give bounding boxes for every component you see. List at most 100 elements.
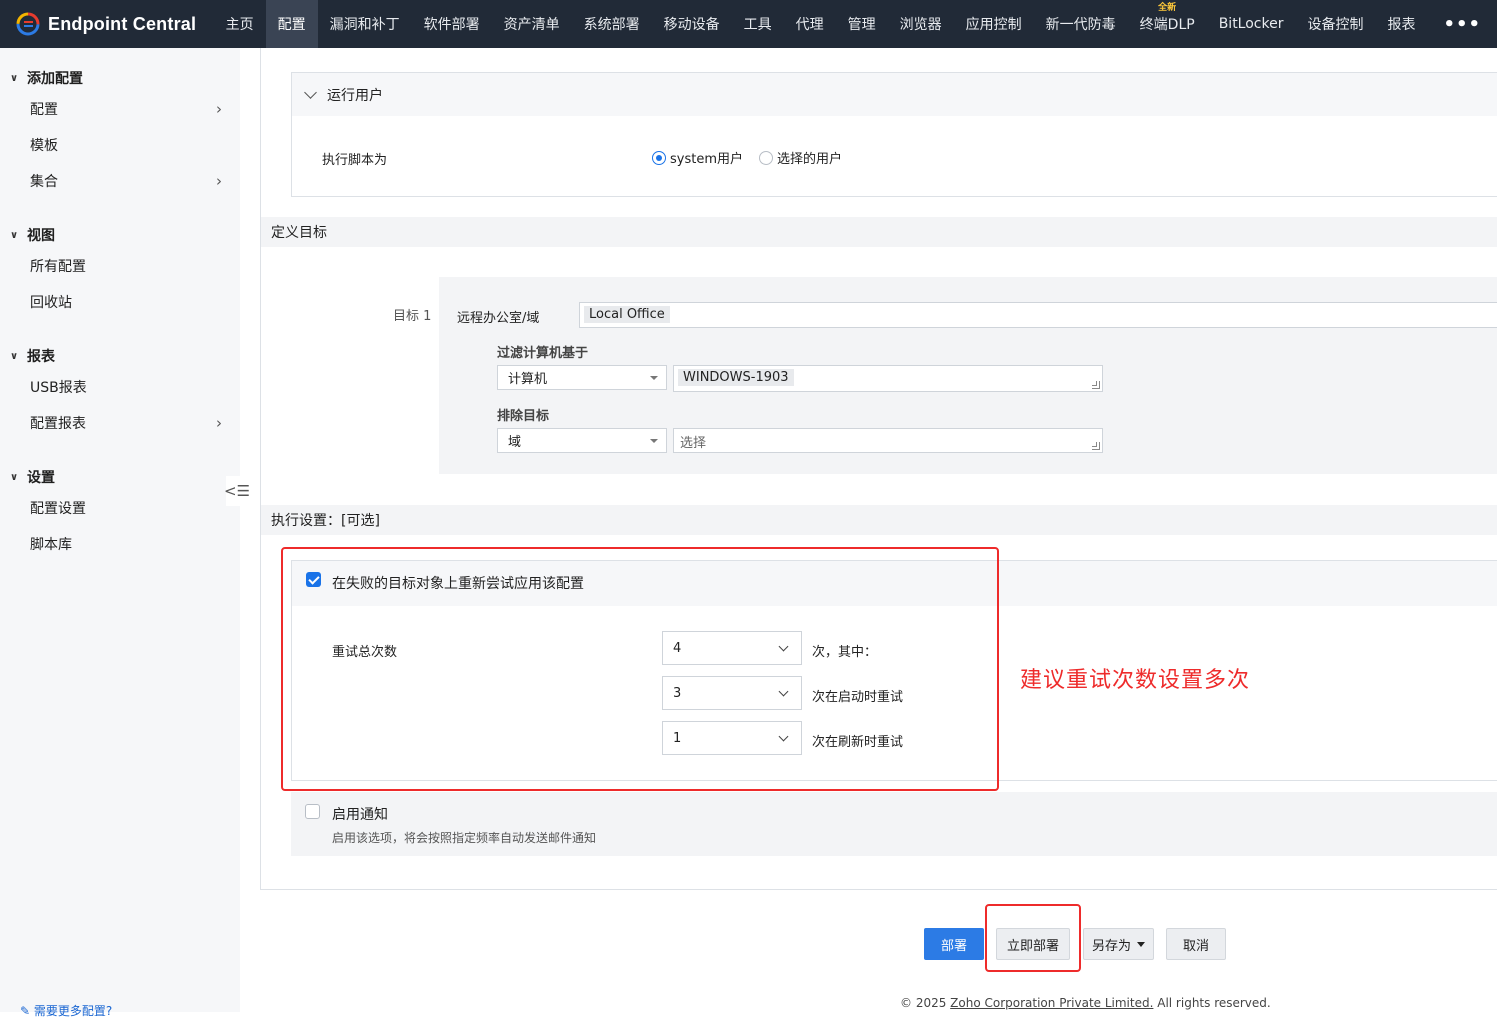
sidebar-item-label: 集合 [30,174,58,190]
sidebar-item-label: 所有配置 [30,259,86,275]
filter-value-tag: WINDOWS-1903 [678,369,794,386]
cancel-button[interactable]: 取消 [1166,928,1226,960]
sidebar-item-label: 配置 [30,102,58,118]
filter-type-value: 计算机 [508,372,548,387]
nav-item-endpoint-dlp[interactable]: 全新 终端DLP [1128,0,1207,48]
nav-label: 管理 [847,17,876,33]
nav-item-device-control[interactable]: 设备控制 [1295,0,1375,48]
sidebar-item-config-settings[interactable]: 配置设置 [0,490,240,526]
chevron-down-icon: ∨ [10,72,19,84]
nav-item-home[interactable]: 主页 [214,0,266,48]
sidebar-item-label: 模板 [30,138,58,154]
save-as-button[interactable]: 另存为 [1083,928,1154,960]
sidebar-item-collections[interactable]: 集合 › [0,163,240,199]
nav-item-bitlocker[interactable]: BitLocker [1207,0,1296,48]
sidebar-group-header[interactable]: ∨ 添加配置 [0,65,240,91]
remote-office-label: 远程办公室/域 [457,311,540,326]
remote-office-tag: Local Office [584,306,670,323]
sidebar-item-label: USB报表 [30,380,87,396]
caret-down-icon [650,438,658,443]
notification-checkbox[interactable] [305,804,320,819]
sidebar-item-templates[interactable]: 模板 [0,127,240,163]
chevron-right-icon: › [216,172,222,190]
section-title: 执行设置：[可选] [271,513,380,529]
copyright-footer: © 2025 Zoho Corporation Private Limited.… [900,996,1271,1010]
nav-item-next-gen-antivirus[interactable]: 新一代防毒 [1034,0,1128,48]
nav-item-app-control[interactable]: 应用控制 [954,0,1034,48]
define-target-header: 定义目标 [261,217,1497,247]
deploy-button[interactable]: 部署 [924,928,984,960]
sidebar-item-label: 配置设置 [30,501,86,517]
sidebar-item-config-reports[interactable]: 配置报表 › [0,405,240,441]
radio-label: 选择的用户 [777,152,843,167]
sidebar-group-header[interactable]: ∨ 视图 [0,222,240,248]
copyright-suffix: All rights reserved. [1153,996,1271,1010]
nav-item-tools[interactable]: 工具 [732,0,784,48]
target-1-box: 远程办公室/域 Local Office 过滤计算机基于 计算机 WINDOWS… [439,277,1497,474]
sidebar-group-title: 添加配置 [27,71,83,87]
nav-item-mobile-devices[interactable]: 移动设备 [652,0,732,48]
nav-label: 主页 [225,17,254,33]
resize-handle-icon[interactable] [1092,381,1100,389]
nav-item-admin[interactable]: 管理 [836,0,888,48]
chevron-right-icon: › [216,100,222,118]
nav-item-agent[interactable]: 代理 [784,0,836,48]
nav-item-browsers[interactable]: 浏览器 [888,0,954,48]
need-more-configs-link[interactable]: ✎ 需要更多配置? [20,1002,112,1019]
nav-label: 终端DLP [1139,17,1195,33]
nav-label: 应用控制 [965,17,1022,33]
need-more-configs-label: 需要更多配置? [33,1004,113,1018]
nav-item-os-deployment[interactable]: 系统部署 [572,0,652,48]
filter-type-select[interactable]: 计算机 [497,365,667,390]
caret-down-icon [1137,941,1145,947]
sidebar-item-usb-reports[interactable]: USB报表 [0,369,240,405]
annotation-highlight-retry [281,547,999,791]
nav-item-reports[interactable]: 报表 [1375,0,1427,48]
save-as-label: 另存为 [1091,938,1131,954]
nav-label: 系统部署 [583,17,640,33]
sidebar-item-label: 脚本库 [30,537,72,553]
app-logo[interactable]: Endpoint Central [0,0,214,48]
nav-label: BitLocker [1218,16,1284,32]
nav-item-inventory[interactable]: 资产清单 [492,0,572,48]
resize-handle-icon[interactable] [1092,442,1100,450]
nav-label: 配置 [277,17,306,33]
exclude-target-input[interactable]: 选择 [673,428,1103,453]
radio-selected-user[interactable] [759,150,773,165]
company-link[interactable]: Zoho Corporation Private Limited. [950,996,1153,1010]
remote-office-input[interactable]: Local Office [579,302,1497,328]
nav-item-configurations[interactable]: 配置 [265,0,318,48]
filter-value-input[interactable]: WINDOWS-1903 [673,365,1103,392]
new-badge: 全新 [1158,3,1177,13]
annotation-text: 建议重试次数设置多次 [1020,668,1251,693]
radio-label: system用户 [670,152,743,167]
nav-label: 新一代防毒 [1045,17,1116,33]
collapse-sidebar-icon[interactable]: <☰ [224,476,250,506]
filter-computers-label: 过滤计算机基于 [497,346,589,361]
exclude-target-label: 排除目标 [497,409,550,424]
exclude-type-select[interactable]: 域 [497,428,667,453]
sidebar-group-title: 报表 [27,349,55,365]
exclude-placeholder: 选择 [680,436,707,451]
sidebar-group-title: 视图 [27,228,55,244]
chevron-down-icon: ∨ [10,471,19,483]
sidebar-item-all-configurations[interactable]: 所有配置 [0,248,240,284]
sidebar-group-header[interactable]: ∨ 设置 [0,464,240,490]
sidebar-item-script-repository[interactable]: 脚本库 [0,526,240,562]
nav-label: 移动设备 [663,17,720,33]
sidebar-group-header[interactable]: ∨ 报表 [0,343,240,369]
sidebar-item-recycle-bin[interactable]: 回收站 [0,284,240,320]
radio-system-user[interactable] [652,150,666,165]
sidebar-item-configurations[interactable]: 配置 › [0,91,240,127]
more-menu-icon[interactable]: ••• [1427,0,1497,48]
nav-label: 报表 [1387,17,1416,33]
run-user-header[interactable]: 运行用户 [292,73,1497,116]
sidebar: ∨ 添加配置 配置 › 模板 集合 › ∨ 视图 所有配置 回收站 ∨ 报表 USB报表 … [0,48,240,1018]
nav-label: 资产清单 [503,17,560,33]
chevron-right-icon: › [216,414,222,432]
annotation-highlight-deploy-now [985,904,1081,972]
nav-item-software-deployment[interactable]: 软件部署 [412,0,492,48]
notification-description: 启用该选项，将会按照指定频率自动发送邮件通知 [332,831,597,845]
notification-label: 启用通知 [332,807,388,823]
nav-item-threats-patches[interactable]: 漏洞和补丁 [318,0,412,48]
